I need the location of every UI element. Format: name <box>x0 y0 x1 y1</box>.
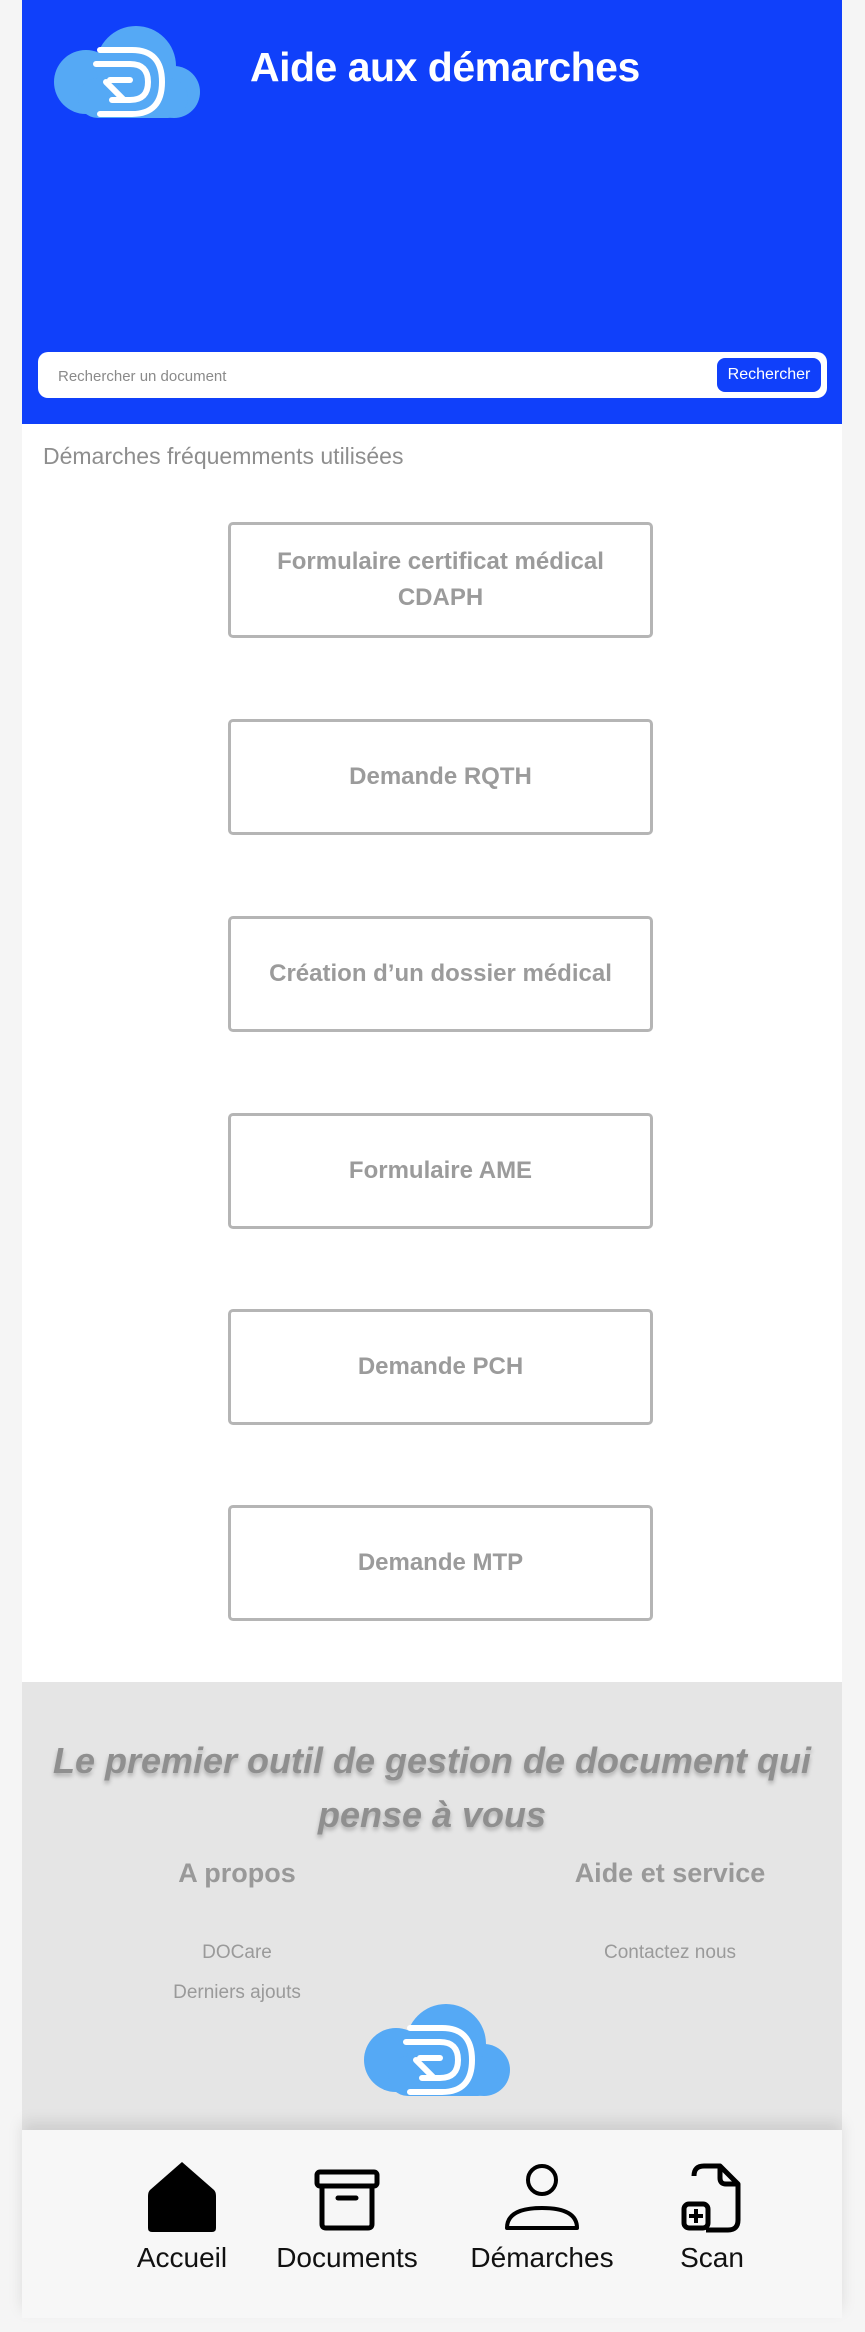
nav-label-demarches: Démarches <box>470 2242 614 2273</box>
home-icon <box>148 2162 216 2232</box>
nav-item-accueil[interactable]: Accueil <box>108 2158 256 2274</box>
procedure-button-certificat-cdaph[interactable]: Formulaire certificat médical CDAPH <box>228 522 653 638</box>
nav-label-accueil: Accueil <box>136 2242 228 2273</box>
procedure-button-pch[interactable]: Demande PCH <box>228 1309 653 1425</box>
archive-box-icon <box>314 2169 380 2231</box>
help-title: Aide et service <box>574 1858 766 1888</box>
search-bar: Rechercher <box>38 352 827 398</box>
help-link-contact[interactable]: Contactez nous <box>530 1942 810 1964</box>
docare-cloud-logo-icon[interactable] <box>46 26 200 121</box>
page-title: Aide aux démarches <box>250 44 640 90</box>
section-title: Démarches fréquemments utilisées <box>43 443 404 469</box>
search-input[interactable] <box>58 362 718 390</box>
nav-label-documents: Documents <box>276 2242 418 2273</box>
procedure-button-dossier-medical[interactable]: Création d’un dossier médical <box>228 916 653 1032</box>
procedure-button-mtp[interactable]: Demande MTP <box>228 1505 653 1621</box>
procedure-button-rqth[interactable]: Demande RQTH <box>228 719 653 835</box>
nav-item-demarches[interactable]: Démarches <box>447 2158 637 2274</box>
bottom-nav: Accueil Documents Démarches Scan <box>22 2130 842 2318</box>
about-link-docare[interactable]: DOCare <box>137 1942 337 1964</box>
footer: Le premier outil de gestion de document … <box>22 1682 842 2130</box>
nav-label-scan: Scan <box>680 2242 744 2273</box>
nav-item-documents[interactable]: Documents <box>252 2158 442 2274</box>
docare-cloud-logo-icon <box>364 2004 510 2096</box>
procedure-button-ame[interactable]: Formulaire AME <box>228 1113 653 1229</box>
about-link-derniers-ajouts[interactable]: Derniers ajouts <box>137 1982 337 2004</box>
user-icon <box>505 2164 579 2230</box>
app-frame: Aide aux démarches Rechercher Démarches … <box>22 0 842 2318</box>
footer-tagline: Le premier outil de gestion de document … <box>52 1740 812 1835</box>
search-button[interactable]: Rechercher <box>717 358 821 392</box>
about-title: A propos <box>178 1858 296 1888</box>
header: Aide aux démarches Rechercher <box>22 0 842 424</box>
nav-item-scan[interactable]: Scan <box>650 2158 774 2274</box>
document-add-icon <box>681 2163 741 2233</box>
